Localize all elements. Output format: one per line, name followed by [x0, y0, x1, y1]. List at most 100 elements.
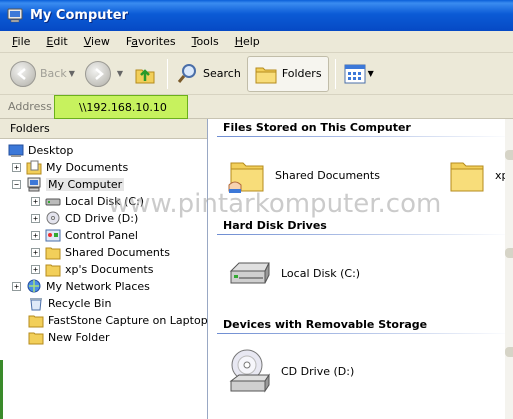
group-title-hard-disk-drives: Hard Disk Drives [223, 219, 327, 232]
tree-item-my-network-places[interactable]: + My Network Places [12, 278, 150, 295]
forward-arrow-icon [84, 60, 111, 87]
menu-favorites[interactable]: Favorites [118, 35, 184, 48]
address-input[interactable]: \\192.168.10.10 [54, 95, 188, 119]
title-bar[interactable]: My Computer [0, 0, 513, 31]
my-documents-icon [26, 160, 42, 175]
folders-pane-header: Folders [0, 119, 207, 139]
tree-item-faststone-capture[interactable]: FastStone Capture on Laptop Pri [28, 312, 225, 329]
scroll-arrow-icon[interactable] [505, 150, 513, 160]
tree-item-shared-documents[interactable]: + Shared Documents [31, 244, 170, 261]
expand-icon[interactable]: + [31, 248, 40, 257]
back-label: Back [40, 67, 67, 80]
expand-icon[interactable]: + [12, 163, 21, 172]
folder-icon [28, 332, 44, 345]
expand-icon[interactable]: + [12, 282, 21, 291]
item-cd-drive[interactable]: CD Drive (D:) [227, 347, 354, 395]
tree-item-cd-drive[interactable]: + CD Drive (D:) [31, 210, 138, 227]
scrollbar[interactable] [505, 119, 513, 419]
window-title: My Computer [30, 8, 128, 23]
group-divider [217, 333, 513, 334]
tree-item-label: My Computer [46, 178, 125, 191]
toolbar: Back ▼ ▼ Search Folders ▼ [0, 53, 513, 95]
tree-item-control-panel[interactable]: + Control Panel [31, 227, 138, 244]
recycle-bin-icon [30, 298, 42, 311]
tree-item-label: Control Panel [65, 229, 138, 242]
menu-view[interactable]: View [76, 35, 118, 48]
toolbar-separator [167, 58, 169, 89]
item-local-disk[interactable]: Local Disk (C:) [227, 253, 360, 293]
content-pane: Files Stored on This Computer Shared Doc… [209, 119, 513, 419]
tree-item-label: Desktop [28, 144, 74, 157]
desktop-icon [8, 144, 24, 157]
expand-icon[interactable]: + [31, 197, 40, 206]
views-button[interactable]: ▼ [340, 57, 378, 91]
my-computer-icon [27, 177, 41, 192]
tree-item-label: xp's Documents [65, 263, 154, 276]
collapse-icon[interactable]: − [12, 180, 21, 189]
address-label: Address [8, 100, 52, 113]
network-places-icon [27, 279, 41, 293]
views-dropdown-icon[interactable]: ▼ [368, 69, 374, 78]
menu-edit[interactable]: Edit [38, 35, 75, 48]
back-arrow-icon [10, 60, 36, 87]
cd-drive-icon [229, 349, 270, 393]
group-divider [217, 234, 513, 235]
group-divider [217, 136, 513, 137]
views-icon [344, 64, 366, 83]
shared-folder-icon [228, 162, 264, 193]
folders-label: Folders [281, 67, 322, 80]
item-label: Local Disk (C:) [281, 266, 361, 280]
group-title-removable-storage: Devices with Removable Storage [223, 318, 428, 331]
tree-item-my-documents[interactable]: + My Documents [12, 159, 128, 176]
folders-pane: Folders Desktop + My Documents − My Comp… [0, 119, 225, 419]
forward-dropdown-icon[interactable]: ▼ [117, 69, 123, 78]
tree-item-label: New Folder [48, 331, 110, 344]
search-button[interactable]: Search [172, 57, 245, 91]
search-label: Search [203, 67, 241, 80]
tree-item-label: Local Disk (C:) [65, 195, 145, 208]
tree-item-label: My Network Places [46, 280, 150, 293]
menu-help[interactable]: Help [227, 35, 268, 48]
group-title-files-stored: Files Stored on This Computer [223, 121, 411, 134]
expand-icon[interactable]: + [31, 265, 40, 274]
tree-item-xps-documents[interactable]: + xp's Documents [31, 261, 153, 278]
toolbar-separator [334, 58, 336, 89]
tree-item-new-folder[interactable]: New Folder [28, 329, 109, 346]
tree-item-local-disk[interactable]: + Local Disk (C:) [31, 193, 144, 210]
item-xps-documents[interactable]: xp's [447, 155, 513, 195]
menu-bar: File Edit View Favorites Tools Help [0, 31, 513, 53]
tree-item-label: FastStone Capture on Laptop Pri [48, 314, 226, 327]
back-dropdown-icon[interactable]: ▼ [69, 69, 75, 78]
back-button[interactable]: Back ▼ [6, 57, 79, 91]
scroll-arrow-icon[interactable] [505, 347, 513, 357]
search-icon [177, 63, 197, 83]
item-label: Shared Documents [275, 168, 380, 182]
forward-button[interactable]: ▼ [81, 57, 127, 91]
menu-tools[interactable]: Tools [184, 35, 227, 48]
folder-icon [28, 315, 44, 328]
folder-icon [45, 264, 61, 277]
hard-disk-icon [45, 198, 61, 206]
expand-icon[interactable]: + [31, 231, 40, 240]
scroll-arrow-icon[interactable] [505, 248, 513, 258]
item-label: CD Drive (D:) [281, 364, 355, 378]
folders-button[interactable]: Folders [246, 55, 329, 92]
control-panel-icon [45, 229, 61, 242]
tree-item-label: My Documents [46, 161, 129, 174]
my-computer-icon [7, 8, 23, 22]
tree-item-label: Shared Documents [65, 246, 170, 259]
item-shared-documents[interactable]: Shared Documents [227, 155, 380, 195]
up-folder-icon [135, 68, 155, 83]
hard-disk-icon [229, 262, 270, 284]
up-folder-button[interactable] [129, 57, 161, 91]
menu-file[interactable]: File [4, 35, 38, 48]
tree-item-recycle-bin[interactable]: Recycle Bin [28, 295, 111, 312]
tree-item-label: CD Drive (D:) [65, 212, 139, 225]
folders-icon [255, 67, 277, 83]
desktop-edge [0, 360, 3, 419]
expand-icon[interactable]: + [31, 214, 40, 223]
tree-item-desktop[interactable]: Desktop [8, 142, 73, 159]
folder-icon [450, 162, 484, 192]
tree-item-my-computer[interactable]: − My Computer [12, 176, 125, 193]
cd-drive-icon [46, 211, 60, 225]
